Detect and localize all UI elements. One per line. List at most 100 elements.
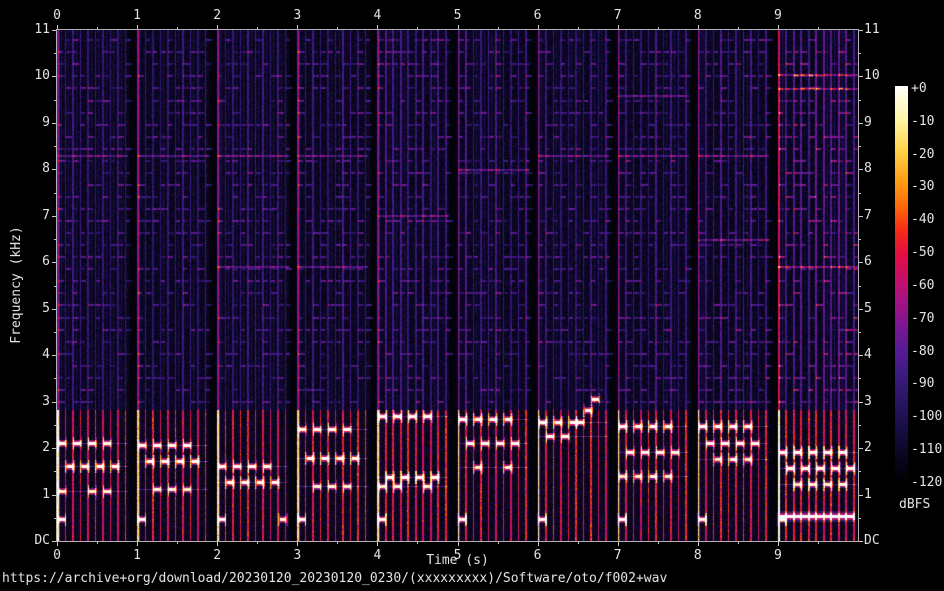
x-tick-label-top: 3	[284, 8, 310, 24]
y-tick-left-minor	[54, 286, 56, 287]
x-tick-label-top: 5	[445, 8, 471, 24]
x-tick-bottom-major	[297, 542, 298, 546]
y-tick-left-minor	[54, 425, 56, 426]
x-tick-bottom-major	[57, 542, 58, 546]
x-tick-bottom-minor	[417, 542, 418, 544]
x-tick-label-top: 6	[525, 8, 551, 24]
y-tick-left-major	[52, 76, 56, 77]
y-tick-right-major	[859, 448, 863, 449]
x-tick-bottom-major	[217, 542, 218, 546]
x-tick-bottom-minor	[658, 542, 659, 544]
colorbar-tick-label: -40	[911, 213, 934, 227]
x-tick-bottom-major	[618, 542, 619, 546]
y-tick-label-left: DC	[10, 533, 50, 549]
x-tick-bottom-minor	[818, 542, 819, 544]
y-tick-label-right: 11	[864, 22, 908, 38]
y-tick-right-minor	[859, 53, 861, 54]
x-tick-bottom-major	[698, 542, 699, 546]
x-tick-bottom-minor	[578, 542, 579, 544]
x-tick-top-minor	[498, 27, 499, 29]
y-tick-right-major	[859, 402, 863, 403]
y-tick-right-minor	[859, 471, 861, 472]
x-tick-label-top: 2	[204, 8, 230, 24]
x-tick-label-top: 1	[124, 8, 150, 24]
y-tick-right-minor	[859, 378, 861, 379]
x-tick-bottom-major	[778, 542, 779, 546]
y-tick-label-right: 10	[864, 68, 908, 84]
colorbar-tick-label: -60	[911, 279, 934, 293]
colorbar-tick-label: +0	[911, 82, 927, 96]
x-tick-bottom-minor	[337, 542, 338, 544]
x-tick-top-minor	[97, 27, 98, 29]
x-tick-label-top: 9	[765, 8, 791, 24]
y-tick-label-left: 2	[10, 440, 50, 456]
y-tick-label-left: 3	[10, 394, 50, 410]
y-tick-label-left: 10	[10, 68, 50, 84]
x-tick-bottom-minor	[177, 542, 178, 544]
y-tick-left-minor	[54, 53, 56, 54]
y-tick-right-major	[859, 495, 863, 496]
y-tick-left-minor	[54, 239, 56, 240]
colorbar-tick-label: -20	[911, 148, 934, 162]
y-tick-right-major	[859, 76, 863, 77]
x-tick-top-major	[778, 25, 779, 29]
colorbar-tick-label: -50	[911, 246, 934, 260]
colorbar-tick-label: -90	[911, 377, 934, 391]
colorbar-tick-label: -30	[911, 180, 934, 194]
colorbar-tick-label: -10	[911, 115, 934, 129]
x-tick-bottom-major	[137, 542, 138, 546]
x-tick-top-major	[57, 25, 58, 29]
x-tick-bottom-minor	[257, 542, 258, 544]
x-tick-label-top: 8	[685, 8, 711, 24]
colorbar-tick-label: -120	[911, 476, 942, 490]
spectrogram-canvas	[57, 30, 858, 541]
x-tick-bottom-major	[458, 542, 459, 546]
x-tick-top-minor	[417, 27, 418, 29]
x-tick-top-major	[538, 25, 539, 29]
comment-url-text: https://archive+org/download/20230120_20…	[2, 571, 667, 587]
y-tick-label-left: 4	[10, 347, 50, 363]
colorbar-gradient	[895, 86, 908, 486]
y-tick-left-major	[52, 30, 56, 31]
y-tick-left-major	[52, 216, 56, 217]
y-tick-left-major	[52, 495, 56, 496]
x-tick-bottom-minor	[97, 542, 98, 544]
y-tick-right-major	[859, 309, 863, 310]
y-tick-right-major	[859, 355, 863, 356]
y-tick-right-minor	[859, 332, 861, 333]
x-tick-bottom-minor	[738, 542, 739, 544]
x-tick-top-minor	[818, 27, 819, 29]
colorbar-tick-label: -70	[911, 312, 934, 326]
y-tick-left-minor	[54, 146, 56, 147]
y-tick-left-minor	[54, 193, 56, 194]
y-tick-right-major	[859, 262, 863, 263]
y-tick-left-major	[52, 448, 56, 449]
x-tick-top-major	[377, 25, 378, 29]
y-tick-left-major	[52, 309, 56, 310]
y-tick-right-major	[859, 123, 863, 124]
x-tick-top-major	[297, 25, 298, 29]
colorbar-unit-label: dBFS	[899, 498, 930, 512]
y-tick-right-major	[859, 541, 863, 542]
y-tick-label-left: 7	[10, 208, 50, 224]
y-tick-left-minor	[54, 332, 56, 333]
y-tick-label-left: 5	[10, 301, 50, 317]
plot-frame	[56, 29, 859, 542]
x-tick-top-minor	[177, 27, 178, 29]
y-tick-label-left: 8	[10, 161, 50, 177]
y-tick-label-left: 9	[10, 115, 50, 131]
y-tick-left-major	[52, 402, 56, 403]
x-tick-top-minor	[257, 27, 258, 29]
y-tick-left-minor	[54, 100, 56, 101]
y-tick-left-minor	[54, 518, 56, 519]
y-tick-right-minor	[859, 518, 861, 519]
y-tick-left-major	[52, 123, 56, 124]
x-tick-bottom-major	[377, 542, 378, 546]
x-tick-bottom-minor	[498, 542, 499, 544]
colorbar-tick-label: -100	[911, 410, 942, 424]
y-tick-label-left: 6	[10, 254, 50, 270]
colorbar-tick-label: -80	[911, 345, 934, 359]
x-tick-label-top: 7	[605, 8, 631, 24]
y-tick-right-major	[859, 216, 863, 217]
y-tick-label-left: 11	[10, 22, 50, 38]
